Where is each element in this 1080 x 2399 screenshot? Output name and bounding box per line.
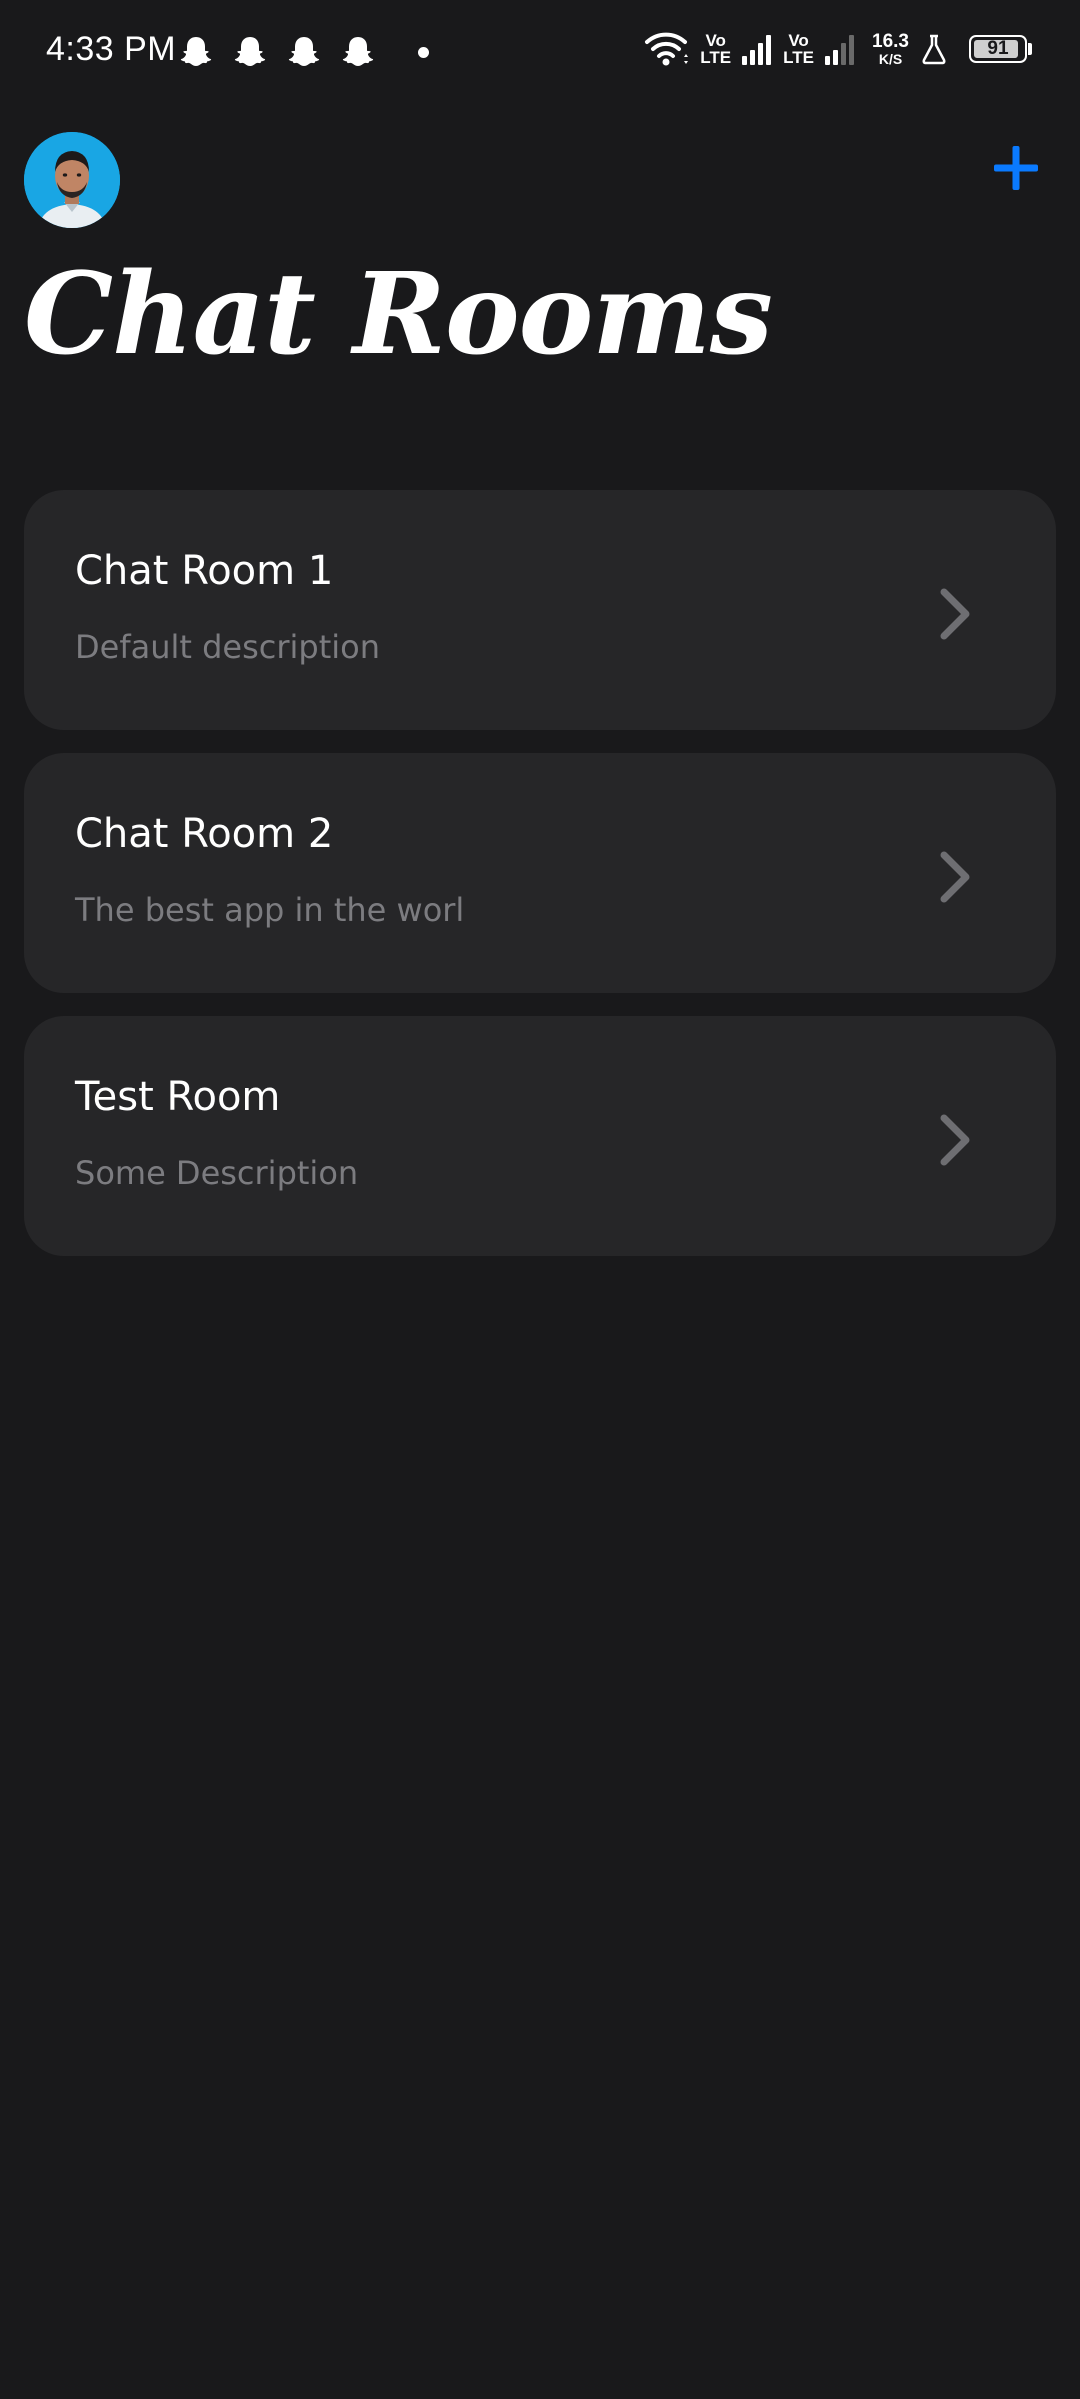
profile-avatar[interactable] — [24, 132, 120, 228]
plus-icon — [994, 146, 1038, 190]
signal-icon — [824, 32, 856, 66]
chevron-right-icon — [940, 588, 970, 640]
room-description: The best app in the worl — [75, 891, 465, 929]
volte-bottom-label: LTE — [783, 48, 815, 67]
chevron-right-icon — [940, 851, 970, 903]
more-notifications-dot — [418, 46, 429, 58]
room-name: Chat Room 1 — [75, 548, 334, 594]
snapchat-icon — [342, 37, 374, 66]
status-time: 4:33 PM — [46, 30, 177, 68]
system-icons: Vo LTE Vo LTE 16.3 K/S 91 — [644, 30, 1032, 68]
add-room-button[interactable] — [984, 136, 1048, 200]
room-card[interactable]: Test Room Some Description — [24, 1016, 1056, 1256]
volte-indicator-2: Vo LTE — [783, 32, 814, 66]
room-description: Default description — [75, 628, 381, 666]
network-speed-unit: K/S — [878, 50, 903, 67]
battery-cap — [1028, 43, 1032, 55]
avatar-image — [24, 132, 120, 228]
battery-indicator: 91 — [959, 35, 1032, 63]
status-bar: 4:33 PM Vo LTE Vo LTE 16.3 K/S 91 — [0, 0, 1080, 110]
volte-top-label: Vo — [705, 31, 726, 50]
battery-icon: 91 — [969, 35, 1027, 63]
room-name: Test Room — [75, 1074, 281, 1120]
signal-icon — [741, 32, 773, 66]
network-speed: 16.3 K/S — [872, 30, 909, 67]
network-speed-value: 16.3 — [872, 30, 909, 52]
notification-icons — [178, 34, 429, 70]
snapchat-icon — [180, 37, 212, 66]
flask-icon — [919, 33, 949, 65]
room-card[interactable]: Chat Room 2 The best app in the worl — [24, 753, 1056, 993]
volte-bottom-label: LTE — [700, 48, 732, 67]
wifi-icon — [644, 30, 690, 68]
chevron-right-icon — [940, 1114, 970, 1166]
snapchat-icon — [288, 37, 320, 66]
room-list: Chat Room 1 Default description Chat Roo… — [24, 490, 1056, 1279]
snapchat-icon — [234, 37, 266, 66]
room-card[interactable]: Chat Room 1 Default description — [24, 490, 1056, 730]
volte-indicator-1: Vo LTE — [700, 32, 731, 66]
room-name: Chat Room 2 — [75, 811, 334, 857]
room-description: Some Description — [75, 1154, 359, 1192]
volte-top-label: Vo — [788, 31, 809, 50]
battery-level: 91 — [987, 38, 1009, 59]
page-title: Chat Rooms — [24, 249, 773, 380]
